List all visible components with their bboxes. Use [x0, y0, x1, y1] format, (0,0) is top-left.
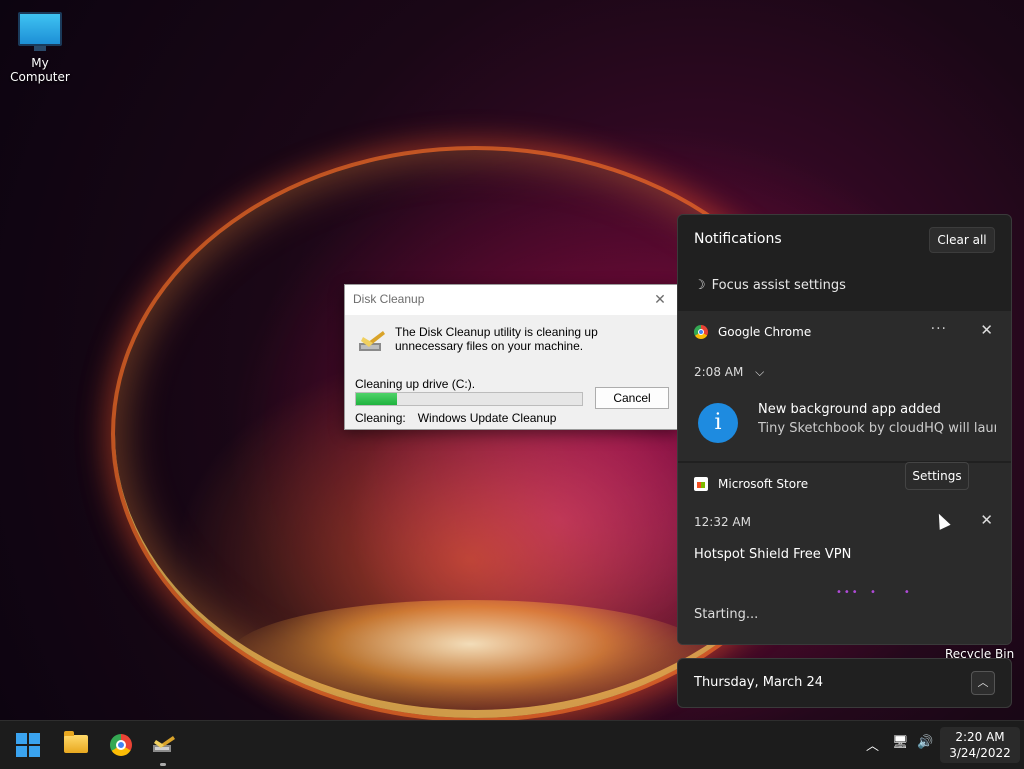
chevron-down-icon: ⌵	[755, 365, 765, 379]
notification-time: 12:32 AM	[694, 515, 751, 529]
chrome-icon	[694, 325, 708, 339]
cleaning-status: Cleaning: Windows Update Cleanup	[355, 411, 556, 425]
progress-bar	[355, 392, 583, 406]
notification-title: Hotspot Shield Free VPN	[694, 547, 852, 562]
desktop-icon-label: My Computer	[10, 56, 70, 84]
progress-fill	[356, 393, 397, 405]
close-icon[interactable]: ✕	[649, 285, 671, 313]
disk-cleanup-dialog: Disk Cleanup ✕ The Disk Cleanup utility …	[344, 284, 678, 430]
close-icon[interactable]: ✕	[980, 511, 993, 529]
clock-date: 3/24/2022	[949, 746, 1011, 760]
drive-status: Cleaning up drive (C:).	[355, 377, 476, 391]
clock-time: 2:20 AM	[955, 730, 1005, 744]
chrome-taskbar-icon[interactable]	[110, 734, 132, 756]
app-name: Microsoft Store	[718, 477, 809, 491]
volume-icon[interactable]: 🔊	[917, 735, 933, 750]
notification-body: Tiny Sketchbook by cloudHQ will launch	[758, 421, 996, 436]
notification-status: Starting...	[694, 607, 759, 622]
chevron-up-icon[interactable]: ︿	[971, 671, 995, 695]
notification-center: Notifications Clear all ☽ Focus assist se…	[677, 214, 1012, 645]
loading-dots-icon: ••• • •	[836, 587, 912, 598]
cleaning-label: Cleaning:	[355, 411, 406, 425]
store-icon	[694, 477, 708, 491]
taskbar-clock[interactable]: 2:20 AM 3/24/2022	[940, 727, 1020, 763]
clear-all-button[interactable]: Clear all	[929, 227, 995, 253]
dialog-title: Disk Cleanup	[353, 292, 425, 306]
notification-title: New background app added	[758, 402, 941, 417]
network-icon[interactable]: 🖥	[892, 735, 909, 750]
dialog-titlebar[interactable]: Disk Cleanup ✕	[345, 285, 677, 313]
notification-app-header: Microsoft Store	[694, 477, 808, 491]
info-icon: i	[698, 403, 738, 443]
wallpaper-glow	[230, 600, 710, 710]
cleaning-value: Windows Update Cleanup	[417, 411, 557, 425]
close-icon[interactable]: ✕	[980, 321, 993, 339]
notification-time-expander[interactable]: 2:08 AM ⌵	[694, 365, 764, 380]
file-explorer-icon[interactable]	[64, 731, 88, 753]
notification-app-header: Google Chrome	[694, 325, 811, 339]
disk-cleanup-taskbar-icon[interactable]	[152, 735, 176, 755]
active-indicator	[160, 763, 166, 766]
desktop-icon-my-computer[interactable]: My Computer	[0, 8, 80, 84]
taskbar: ︿ 🖥 🔊 2:20 AM 3/24/2022	[0, 720, 1024, 769]
chevron-up-icon[interactable]: ︿	[866, 735, 879, 754]
app-name: Google Chrome	[718, 325, 812, 339]
monitor-icon	[18, 12, 62, 51]
notification-group-store: Microsoft Store 12:32 AM ✕ Hotspot Shiel…	[678, 463, 1011, 644]
notification-time: 2:08 AM	[694, 365, 744, 379]
more-options-icon[interactable]: ···	[931, 321, 947, 337]
calendar-flyout: Thursday, March 24 ︿	[677, 658, 1012, 708]
start-button[interactable]	[16, 733, 40, 757]
calendar-date: Thursday, March 24	[694, 675, 824, 690]
dialog-body: The Disk Cleanup utility is cleaning up …	[345, 315, 677, 429]
notification-group-chrome: Google Chrome ··· ✕ 2:08 AM ⌵ i New back…	[678, 311, 1011, 461]
focus-assist-label: Focus assist settings	[711, 278, 846, 293]
settings-tooltip: Settings	[905, 462, 969, 490]
disk-cleanup-icon	[359, 331, 385, 351]
moon-icon: ☽	[694, 278, 706, 293]
focus-assist-settings-link[interactable]: ☽ Focus assist settings	[694, 278, 846, 293]
dialog-message: The Disk Cleanup utility is cleaning up …	[395, 325, 598, 353]
notification-header: Notifications	[694, 231, 782, 247]
cancel-button[interactable]: Cancel	[595, 387, 669, 409]
